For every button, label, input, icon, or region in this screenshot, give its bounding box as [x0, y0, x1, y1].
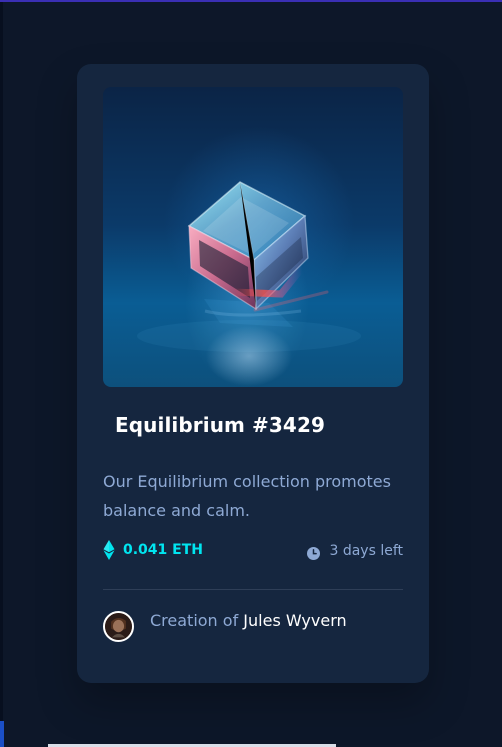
bottom-left-mark: [0, 721, 4, 747]
nft-description: Our Equilibrium collection promotes bala…: [103, 472, 391, 520]
equilibrium-image[interactable]: [103, 87, 403, 387]
price-row: 0.041 ETH: [103, 540, 203, 560]
nft-card: Equilibrium #3429 Our Equilibrium collec…: [77, 64, 429, 683]
clock-icon: [307, 545, 321, 560]
top-accent-line: [0, 0, 502, 2]
ethereum-icon: [103, 540, 115, 560]
time-left-row: 3 days left: [307, 543, 403, 560]
creator-row: Creation of Jules Wyvern: [103, 611, 347, 642]
equilibrium-cube-illustration: [137, 181, 361, 386]
time-left-label: 3 days left: [329, 543, 403, 559]
nft-title[interactable]: Equilibrium #3429: [115, 413, 325, 437]
left-edge: [0, 2, 3, 747]
price-value: 0.041 ETH: [123, 542, 203, 558]
divider: [103, 589, 403, 590]
creator-prefix: Creation of: [150, 610, 239, 630]
creator-name[interactable]: Jules Wyvern: [243, 611, 346, 630]
creator-credit: Creation of Jules Wyvern: [150, 611, 347, 630]
avatar: [103, 611, 134, 642]
